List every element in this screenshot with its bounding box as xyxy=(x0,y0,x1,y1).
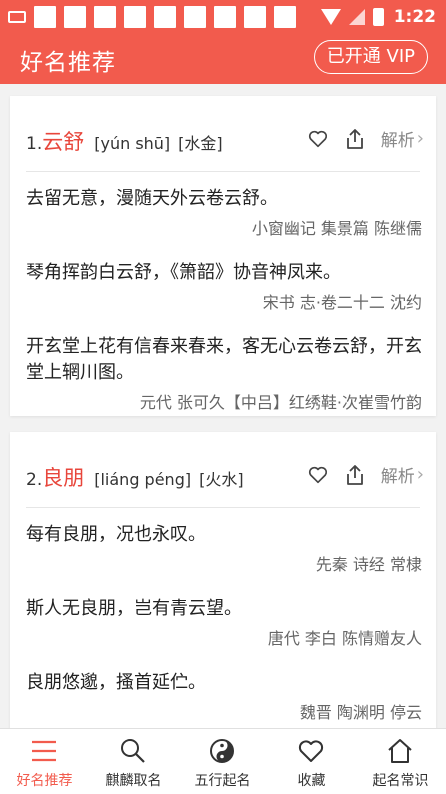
notification-icon xyxy=(154,6,176,28)
notification-icon xyxy=(64,6,86,28)
notification-icon xyxy=(184,6,206,28)
yin-yang-icon xyxy=(210,739,234,763)
poem-entry: 琴角挥韵白云舒，《箫韶》协音神凤来。 宋书 志·卷二十二 沈约 xyxy=(26,260,422,314)
name-index: 2. xyxy=(26,470,43,490)
poem-source: 元代 张可久【中吕】红绣鞋·次崔雪竹韵 xyxy=(139,393,422,412)
poem-source: 宋书 志·卷二十二 沈约 xyxy=(262,293,422,312)
poem-entry: 斯人无良朋，岂有青云望。 唐代 李白 陈情赠友人 xyxy=(26,596,422,650)
analysis-link[interactable]: 解析 xyxy=(381,462,415,487)
name-pinyin: [yún shū] xyxy=(94,134,171,153)
name-card: 2. 良朋 [liáng péng] [火水] 解析 › 每有良朋，况也永叹。 … xyxy=(10,432,436,728)
favorite-heart-icon[interactable] xyxy=(307,464,329,486)
poem-entry: 去留无意，漫随天外云卷云舒。 小窗幽记 集景篇 陈继儒 xyxy=(26,186,422,240)
vip-button[interactable]: 已开通 VIP xyxy=(313,40,428,74)
favorite-heart-icon[interactable] xyxy=(307,128,329,150)
poem-line: 开玄堂上花有信春来春来，客无心云卷云舒，开玄堂上辋川图。 xyxy=(26,336,422,383)
tab-wuxing-naming[interactable]: 五行起名 xyxy=(178,729,267,794)
chevron-right-icon: › xyxy=(416,464,424,485)
home-icon xyxy=(388,739,412,763)
poem-source: 小窗幽记 集景篇 陈继儒 xyxy=(251,219,422,238)
tab-label: 五行起名 xyxy=(194,773,251,789)
card-actions: 解析 › xyxy=(307,462,424,487)
poem-entry: 每有良朋，况也永叹。 先秦 诗经 常棣 xyxy=(26,522,422,576)
poem-source: 先秦 诗经 常棣 xyxy=(315,555,422,574)
tab-qilin-naming[interactable]: 麒麟取名 xyxy=(89,729,178,794)
poem-line: 良朋悠邈，搔首延伫。 xyxy=(26,672,206,693)
tab-label: 麒麟取名 xyxy=(105,773,162,789)
app-header: 好名推荐 已开通 VIP xyxy=(0,34,446,84)
share-icon[interactable] xyxy=(345,128,365,150)
status-time: 1:22 xyxy=(393,7,436,27)
notification-icon xyxy=(274,6,296,28)
notification-icon xyxy=(34,6,56,28)
analysis-link[interactable]: 解析 xyxy=(381,126,415,151)
battery-saver-icon xyxy=(8,11,26,23)
tab-label: 好名推荐 xyxy=(16,773,73,789)
divider xyxy=(26,507,420,508)
list-icon xyxy=(32,740,56,762)
poem-line: 去留无意，漫随天外云卷云舒。 xyxy=(26,188,278,209)
name-line: 1. 云舒 [yún shū] [水金] xyxy=(26,126,223,156)
name-pinyin: [liáng péng] xyxy=(94,470,192,489)
notification-icons xyxy=(8,6,304,28)
search-icon xyxy=(121,739,145,763)
status-bar: 1:22 xyxy=(0,0,446,34)
signal-icon xyxy=(348,9,365,25)
poem-entry: 开玄堂上花有信春来春来，客无心云卷云舒，开玄堂上辋川图。 元代 张可久【中吕】红… xyxy=(26,334,422,414)
tab-label: 收藏 xyxy=(297,773,326,789)
notification-icon xyxy=(94,6,116,28)
name-line: 2. 良朋 [liáng péng] [火水] xyxy=(26,462,244,492)
notification-icon xyxy=(244,6,266,28)
name-index: 1. xyxy=(26,134,43,154)
name-feed[interactable]: 1. 云舒 [yún shū] [水金] 解析 › 去留无意，漫随天外云卷云舒。… xyxy=(0,84,446,728)
wifi-icon xyxy=(320,9,341,25)
poem-source: 魏晋 陶渊明 停云 xyxy=(299,703,422,722)
system-icons: 1:22 xyxy=(320,6,436,28)
heart-icon xyxy=(298,740,324,762)
bottom-tab-bar: 好名推荐 麒麟取名 五行起名 收藏 起名常识 xyxy=(0,728,446,794)
tab-favorites[interactable]: 收藏 xyxy=(267,729,356,794)
share-icon[interactable] xyxy=(345,464,365,486)
poem-source: 唐代 李白 陈情赠友人 xyxy=(267,629,422,648)
tab-recommend[interactable]: 好名推荐 xyxy=(0,729,89,794)
poem-line: 斯人无良朋，岂有青云望。 xyxy=(26,598,242,619)
page-title: 好名推荐 xyxy=(20,50,116,76)
card-header: 1. 云舒 [yún shū] [水金] 解析 › xyxy=(10,96,436,171)
card-header: 2. 良朋 [liáng péng] [火水] 解析 › xyxy=(10,432,436,507)
chevron-right-icon: › xyxy=(416,128,424,149)
name-title[interactable]: 云舒 xyxy=(42,126,84,156)
poem-line: 琴角挥韵白云舒，《箫韶》协音神凤来。 xyxy=(26,262,341,283)
poem-line: 每有良朋，况也永叹。 xyxy=(26,524,206,545)
name-title[interactable]: 良朋 xyxy=(42,462,84,492)
notification-icon xyxy=(124,6,146,28)
notification-icon xyxy=(214,6,236,28)
tab-naming-tips[interactable]: 起名常识 xyxy=(356,729,445,794)
name-wuxing: [火水] xyxy=(199,470,244,489)
name-card: 1. 云舒 [yún shū] [水金] 解析 › 去留无意，漫随天外云卷云舒。… xyxy=(10,96,436,416)
divider xyxy=(26,171,420,172)
poem-entry: 良朋悠邈，搔首延伫。 魏晋 陶渊明 停云 xyxy=(26,670,422,724)
card-actions: 解析 › xyxy=(307,126,424,151)
tab-label: 起名常识 xyxy=(372,773,429,789)
name-wuxing: [水金] xyxy=(178,134,223,153)
battery-icon xyxy=(372,8,384,26)
